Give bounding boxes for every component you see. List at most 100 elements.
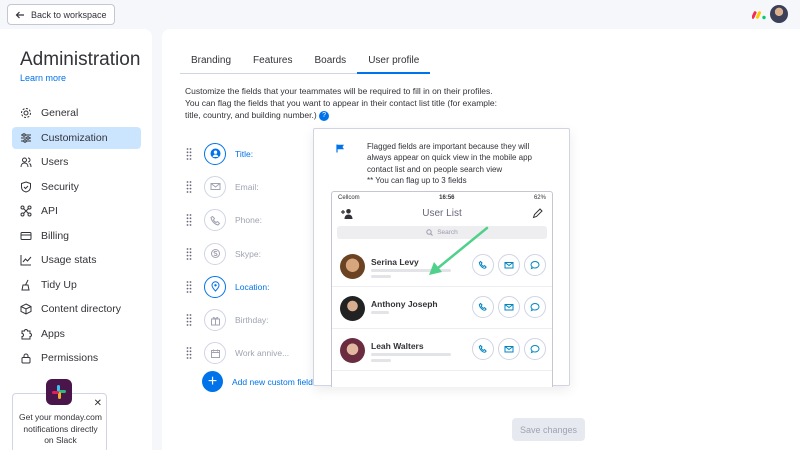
sidebar-item-content-directory[interactable]: Content directory — [12, 298, 141, 320]
calendar-icon[interactable] — [204, 342, 226, 365]
phone-status-bar: Cellcom 16:56 62% — [332, 192, 552, 204]
chat-icon — [524, 338, 546, 360]
add-field-label: Add new custom field — [232, 376, 313, 387]
sidebar-item-label: Security — [41, 180, 79, 193]
api-icon — [20, 205, 32, 217]
gear-icon — [21, 108, 31, 118]
tab-user-profile[interactable]: User profile — [357, 55, 431, 74]
sidebar-item-tidy-up[interactable]: Tidy Up — [12, 274, 141, 296]
sidebar-item-permissions[interactable]: Permissions — [12, 347, 141, 369]
contact-row: Leah Walters — [332, 329, 552, 371]
users-icon — [20, 157, 32, 168]
contact-detail-blur — [371, 311, 389, 314]
drag-handle-icon[interactable] — [186, 313, 192, 327]
battery-label: 62% — [533, 195, 546, 201]
help-icon[interactable]: ? — [319, 110, 330, 121]
field-label: Work annive... — [235, 348, 290, 359]
sidebar-item-label: Users — [41, 156, 69, 168]
sidebar-item-api[interactable]: API — [12, 200, 141, 222]
description-line: You can flag the fields that you want to… — [185, 98, 498, 108]
field-row-location: Location: — [186, 270, 289, 303]
phone-header: User List — [332, 204, 552, 226]
highlight-arrow-icon — [429, 226, 489, 275]
tab-features[interactable]: Features — [242, 55, 303, 73]
sidebar-item-apps[interactable]: Apps — [12, 323, 141, 345]
pencil-icon — [532, 208, 543, 219]
mobile-preview: Cellcom 16:56 62% User List Search Serin… — [331, 191, 553, 387]
page-description: Customize the fields that your teammates… — [185, 85, 525, 121]
contact-detail-blur — [371, 353, 451, 356]
plus-icon: + — [202, 371, 223, 392]
contact-actions — [472, 296, 546, 318]
user-list-title: User List — [422, 208, 462, 219]
drag-handle-icon[interactable] — [186, 180, 192, 194]
field-label: Email: — [235, 181, 259, 192]
settings-tabs: Branding Features Boards User profile — [180, 55, 431, 74]
drag-handle-icon[interactable] — [186, 247, 192, 261]
sliders-icon — [21, 132, 31, 143]
sidebar-item-general[interactable]: General — [12, 102, 141, 124]
contact-detail-blur — [371, 275, 391, 278]
gift-icon[interactable] — [204, 309, 226, 332]
tooltip-text: Flagged fields are important because the… — [367, 141, 562, 186]
avatar — [340, 254, 365, 279]
drag-handle-icon[interactable] — [186, 280, 192, 294]
top-bar: Back to workspace — [0, 0, 800, 29]
field-label: Phone: — [235, 215, 262, 226]
sidebar-item-label: Permissions — [41, 352, 99, 364]
sidebar-item-customization[interactable]: Customization — [12, 126, 141, 149]
field-label: Location: — [235, 281, 270, 292]
field-row-skype: Skype: — [186, 237, 289, 270]
user-avatar[interactable] — [770, 5, 788, 23]
tab-boards[interactable]: Boards — [304, 55, 358, 73]
person-icon[interactable] — [204, 142, 226, 165]
sidebar-item-label: Content directory — [41, 303, 121, 315]
phone-icon[interactable] — [204, 209, 226, 232]
add-custom-field-button[interactable]: + Add new custom field — [202, 371, 313, 392]
sidebar-item-users[interactable]: Users — [12, 151, 141, 173]
email-icon[interactable] — [204, 175, 226, 198]
tooltip-line: always appear on quick view in the mobil… — [367, 153, 532, 163]
drag-handle-icon[interactable] — [186, 213, 192, 227]
contact-actions — [472, 338, 546, 360]
field-label: Title: — [235, 148, 254, 159]
location-icon[interactable] — [204, 275, 226, 298]
tooltip-line: Flagged fields are important because the… — [367, 142, 530, 151]
carrier-label: Cellcom — [338, 195, 360, 201]
admin-sidebar: Administration Learn more General Custom… — [0, 29, 152, 450]
sidebar-item-label: Apps — [41, 327, 65, 340]
contact-name: Leah Walters — [371, 341, 424, 351]
chart-icon — [20, 255, 32, 266]
back-to-workspace-button[interactable]: Back to workspace — [7, 4, 115, 25]
avatar — [340, 338, 365, 363]
slack-logo-icon — [46, 379, 72, 405]
close-icon[interactable]: ✕ — [94, 398, 102, 409]
skype-icon[interactable] — [204, 242, 226, 265]
learn-more-link[interactable]: Learn more — [20, 73, 66, 83]
tooltip-line: ** You can flag up to 3 fields — [367, 175, 467, 185]
description-line: title, country, and building number.) ? — [185, 109, 525, 121]
call-icon — [472, 296, 494, 318]
drag-handle-icon[interactable] — [186, 346, 192, 360]
sidebar-item-label: General — [41, 107, 79, 119]
contact-name: Anthony Joseph — [371, 299, 438, 309]
time-label: 16:56 — [439, 195, 455, 201]
lock-icon — [21, 353, 31, 364]
drag-handle-icon[interactable] — [186, 147, 192, 161]
sidebar-item-security[interactable]: Security — [12, 176, 141, 198]
broom-icon — [21, 279, 30, 290]
shield-icon — [21, 180, 31, 193]
field-row-phone: Phone: — [186, 204, 289, 237]
field-row-birthday: Birthday: — [186, 303, 289, 336]
sidebar-item-billing[interactable]: Billing — [12, 225, 141, 247]
notification-text: Get your monday.com notifications direct… — [19, 412, 102, 445]
tooltip-line: contact list and on people search view — [367, 164, 503, 174]
field-row-title: Title: — [186, 137, 289, 170]
avatar — [340, 296, 365, 321]
save-changes-button[interactable]: Save changes — [512, 418, 585, 441]
sidebar-item-usage-stats[interactable]: Usage stats — [12, 249, 141, 271]
puzzle-icon — [21, 328, 32, 339]
billing-icon — [20, 231, 32, 240]
field-label: Birthday: — [235, 315, 269, 326]
tab-branding[interactable]: Branding — [180, 55, 242, 73]
